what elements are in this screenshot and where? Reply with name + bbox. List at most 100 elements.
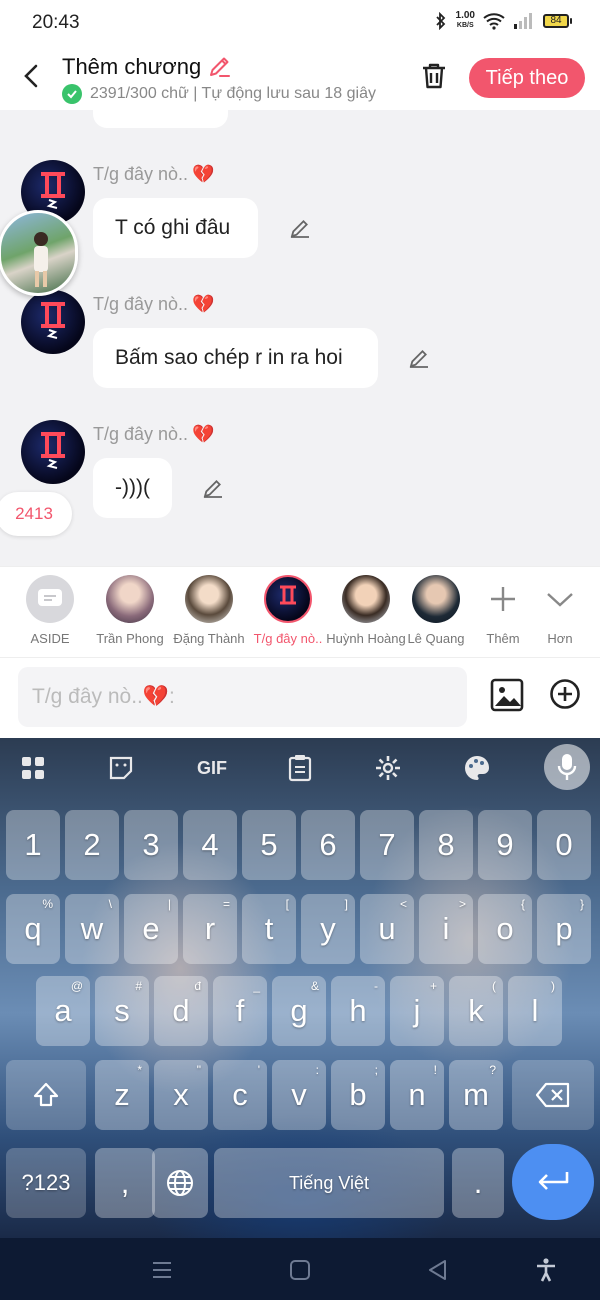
keyboard-key[interactable]: 7 — [360, 810, 414, 880]
add-circle-icon[interactable] — [549, 678, 581, 710]
apps-grid-icon[interactable] — [17, 752, 49, 784]
autosave-text: 2391/300 chữ | Tự động lưu sau 18 giây — [90, 85, 376, 102]
microphone-icon — [557, 754, 577, 780]
floating-photo-bubble[interactable] — [0, 210, 78, 296]
keyboard-key[interactable]: 3 — [124, 810, 178, 880]
keyboard-key[interactable]: m? — [449, 1060, 503, 1130]
edit-message-icon[interactable] — [288, 216, 312, 240]
trash-icon[interactable] — [418, 60, 450, 92]
shift-key[interactable] — [6, 1060, 86, 1130]
edit-message-icon[interactable] — [201, 476, 225, 500]
keyboard-key[interactable]: q% — [6, 894, 60, 964]
clipboard-icon[interactable] — [284, 752, 316, 784]
comma-key[interactable]: , — [95, 1148, 155, 1218]
character-selector: ASIDE Trần Phong Đặng Thành T/g đây nò..… — [0, 566, 600, 658]
space-key[interactable]: Tiếng Việt — [214, 1148, 444, 1218]
character-huynh-hoang[interactable]: Huỳnh Hoàng — [326, 575, 406, 646]
character-tran-phong[interactable]: Trần Phong — [90, 575, 170, 646]
keyboard-key[interactable]: f _ — [213, 976, 267, 1046]
backspace-key[interactable] — [512, 1060, 594, 1130]
character-le-quang[interactable]: Lê Quang — [404, 575, 468, 646]
message-bubble-partial[interactable] — [93, 110, 228, 128]
sticker-icon[interactable] — [105, 752, 137, 784]
keyboard-key[interactable]: u < — [360, 894, 414, 964]
message-bubble[interactable]: -)))( — [93, 458, 172, 518]
keyboard-key[interactable]: 6 — [301, 810, 355, 880]
keyboard-key[interactable]: v: — [272, 1060, 326, 1130]
keyboard-key[interactable]: h- — [331, 976, 385, 1046]
character-aside[interactable]: ASIDE — [10, 575, 90, 646]
character-label: Trần Phong — [96, 631, 164, 646]
chapter-chat-area[interactable]: T/g đây nò.. 💔 T có ghi đâu T/g đây nò.. 💔… — [0, 110, 600, 566]
character-tg-day-no[interactable]: T/g đây nò.. — [248, 575, 328, 646]
keyboard-key[interactable]: 4 — [183, 810, 237, 880]
key-label: r — [204, 911, 216, 946]
keyboard-key[interactable]: 1 — [6, 810, 60, 880]
edit-message-icon[interactable] — [407, 346, 431, 370]
author-avatar[interactable] — [21, 290, 85, 354]
key-secondary-label: ; — [374, 1063, 378, 1077]
period-key[interactable]: . — [452, 1148, 504, 1218]
keyboard-key[interactable]: k( — [449, 976, 503, 1046]
keyboard-key[interactable]: l) — [508, 976, 562, 1046]
back-arrow-icon[interactable] — [18, 62, 46, 90]
key-secondary-label: % — [42, 897, 53, 911]
aside-icon — [26, 575, 74, 623]
key-secondary-label: : — [315, 1063, 319, 1077]
language-key[interactable] — [152, 1148, 208, 1218]
keyboard-key[interactable]: z * — [95, 1060, 149, 1130]
keyboard-key[interactable]: b; — [331, 1060, 385, 1130]
microphone-button[interactable] — [544, 744, 590, 790]
back-triangle-icon[interactable] — [424, 1256, 452, 1284]
character-avatar — [342, 575, 390, 623]
keyboard-key[interactable]: 0 — [537, 810, 591, 880]
message-bubble[interactable]: T có ghi đâu — [93, 198, 258, 258]
symbols-key[interactable]: ?123 — [6, 1148, 86, 1218]
keyboard-key[interactable]: y] — [301, 894, 355, 964]
keyboard-key[interactable]: 8 — [419, 810, 473, 880]
home-icon[interactable] — [286, 1256, 314, 1284]
edit-title-icon[interactable] — [207, 54, 233, 80]
key-secondary-label: # — [135, 979, 142, 993]
character-dang-thanh[interactable]: Đặng Thành — [169, 575, 249, 646]
keyboard-key[interactable]: o{ — [478, 894, 532, 964]
message-text: T có ghi đâu — [115, 216, 231, 239]
next-button[interactable]: Tiếp theo — [469, 58, 585, 98]
word-count-badge[interactable]: 2413 — [0, 492, 72, 536]
accessibility-icon[interactable] — [532, 1256, 560, 1284]
keyboard-key[interactable]: e | — [124, 894, 178, 964]
keyboard-key[interactable]: t[ — [242, 894, 296, 964]
gemini-icon — [41, 432, 65, 469]
enter-key[interactable] — [512, 1144, 594, 1220]
keyboard-key[interactable]: n! — [390, 1060, 444, 1130]
keyboard-key[interactable]: 5 — [242, 810, 296, 880]
message-input[interactable]: T/g đây nò..💔: — [18, 667, 467, 727]
keyboard-key[interactable]: a @ — [36, 976, 90, 1046]
keyboard-key[interactable]: s # — [95, 976, 149, 1046]
key-label: 2 — [83, 827, 101, 862]
keyboard-key[interactable]: j + — [390, 976, 444, 1046]
settings-gear-icon[interactable] — [372, 752, 404, 784]
key-secondary-label: @ — [70, 979, 83, 993]
message-bubble[interactable]: Bấm sao chép r in ra hoi — [93, 328, 378, 388]
gif-button[interactable]: GIF — [192, 752, 232, 784]
keyboard-key[interactable]: w \ — [65, 894, 119, 964]
image-icon[interactable] — [490, 678, 524, 712]
keyboard-key[interactable]: 9 — [478, 810, 532, 880]
keyboard-key[interactable]: c ' — [213, 1060, 267, 1130]
keyboard-key[interactable]: r = — [183, 894, 237, 964]
author-avatar[interactable] — [21, 420, 85, 484]
keyboard-key[interactable]: p} — [537, 894, 591, 964]
key-secondary-label: đ — [194, 979, 201, 993]
key-secondary-label: > — [458, 897, 466, 911]
recent-apps-icon[interactable] — [148, 1256, 176, 1284]
keyboard-key[interactable]: g & — [272, 976, 326, 1046]
keyboard-key[interactable]: x " — [154, 1060, 208, 1130]
keyboard-key[interactable]: i > — [419, 894, 473, 964]
keyboard-key[interactable]: dđ — [154, 976, 208, 1046]
key-label: 8 — [437, 827, 455, 862]
more-characters-button[interactable]: Hơn — [520, 575, 600, 646]
theme-palette-icon[interactable] — [461, 752, 493, 784]
key-label: u — [378, 911, 396, 946]
keyboard-key[interactable]: 2 — [65, 810, 119, 880]
